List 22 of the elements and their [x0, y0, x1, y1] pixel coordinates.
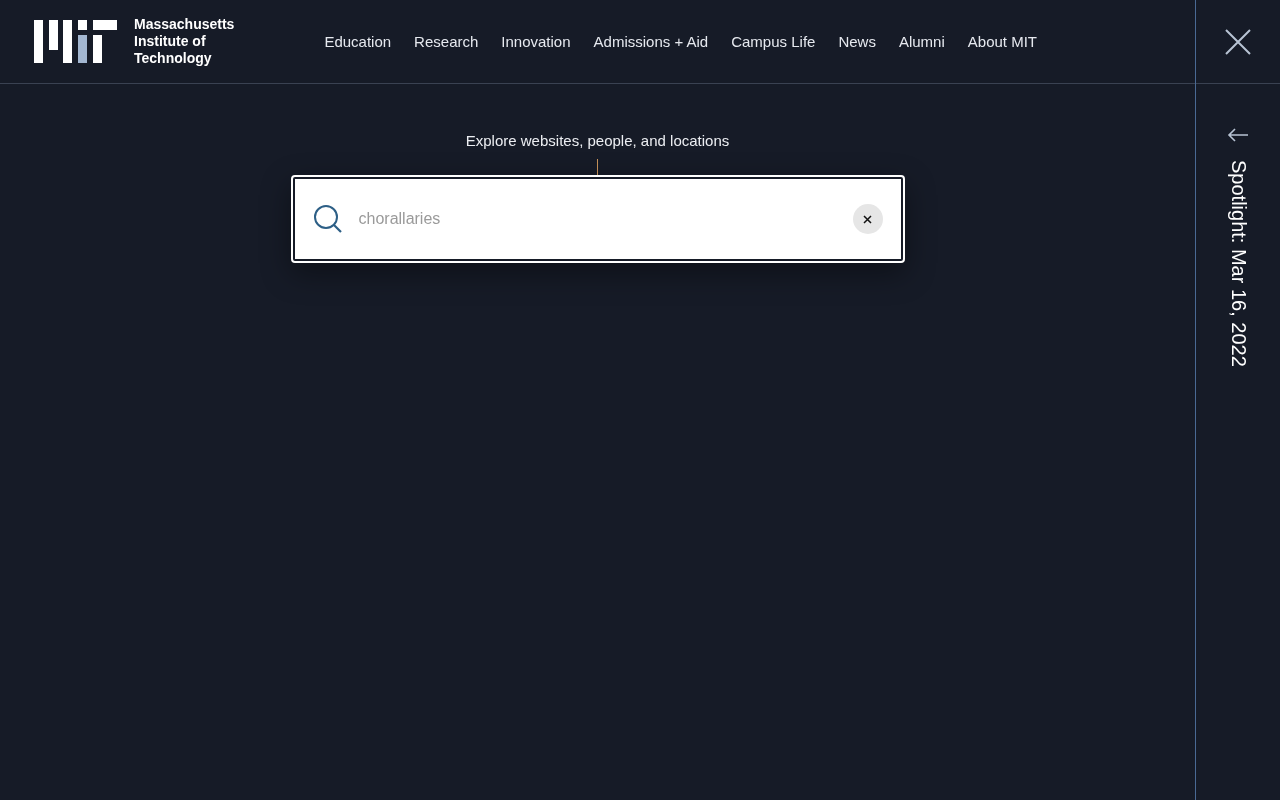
nav-link[interactable]: Education [324, 33, 392, 50]
arrow-left-icon [1227, 128, 1249, 142]
nav-link[interactable]: Research [414, 33, 479, 50]
clear-button[interactable] [852, 204, 883, 234]
search-label: Explore websites, people, and locations [465, 132, 730, 149]
logo-text: Massachusetts [134, 16, 235, 33]
close-button[interactable] [1225, 28, 1251, 55]
nav-link[interactable]: Alumni [898, 33, 945, 50]
nav-link[interactable]: Campus Life [731, 33, 816, 50]
mit-logo-icon [34, 19, 118, 64]
search-icon [312, 204, 343, 234]
mit-logo[interactable]: Massachusetts Institute of Technology [34, 16, 235, 67]
nav-link[interactable]: News [838, 33, 876, 50]
close-icon [1225, 28, 1251, 55]
logo-text: Technology [134, 50, 213, 67]
logo-text: Institute of [134, 33, 207, 50]
spotlight-link[interactable]: Spotlight: Mar 16, 2022 [1226, 160, 1250, 367]
close-icon [863, 214, 872, 224]
nav-link[interactable]: About MIT [967, 33, 1037, 50]
back-button[interactable] [1227, 128, 1249, 142]
nav-link[interactable]: Innovation [501, 33, 571, 50]
nav-link[interactable]: Admissions + Aid [593, 33, 709, 50]
